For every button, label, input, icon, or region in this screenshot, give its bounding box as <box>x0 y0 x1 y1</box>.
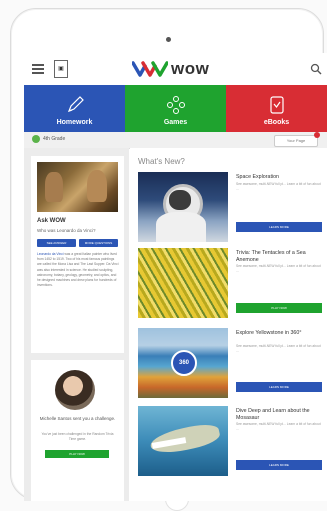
item-subtitle: See awesome, multi-NEW full pl... Learn … <box>236 264 321 273</box>
astronaut-thumbnail <box>138 172 228 242</box>
ebook-icon <box>269 96 284 114</box>
list-item[interactable]: Trivia: The Tentacles of a Sea Anemone S… <box>138 248 327 323</box>
answer-link[interactable]: Leonardo da Vinci <box>37 252 64 256</box>
more-questions-button[interactable]: MORE QUESTIONS <box>79 239 118 247</box>
main-nav: Homework Games eBooks <box>24 85 327 132</box>
whats-new-panel: What's New? Space Exploration See awesom… <box>130 148 327 501</box>
play-now-button[interactable]: PLAY NOW <box>236 303 322 313</box>
grade-label: 4th Grade <box>43 136 66 142</box>
camera-dot <box>166 37 171 42</box>
ask-wow-title: Ask WOW <box>37 218 66 224</box>
nav-tile-ebooks[interactable]: eBooks <box>226 85 327 132</box>
pencil-icon <box>67 96 84 113</box>
learn-more-button[interactable]: LEARN MORE <box>236 382 322 392</box>
learn-more-button[interactable]: LEARN MORE <box>236 222 322 232</box>
nav-tile-label: Homework <box>56 119 93 126</box>
ask-wow-answer: Leonardo da Vinci was a great Italian pa… <box>37 252 119 288</box>
notification-badge <box>314 132 320 138</box>
list-item[interactable]: Space Exploration See awesome, multi-NEW… <box>138 172 327 247</box>
list-item[interactable]: 360 Explore Yellowstone in 360° See awes… <box>138 328 327 403</box>
your-page-button[interactable]: Your Page <box>274 135 318 147</box>
ask-wow-card: Ask WOW Who was Leonardo da Vinci? SEE A… <box>31 156 124 353</box>
avatar <box>55 370 95 410</box>
wow-logo-icon <box>132 61 168 77</box>
answer-text: was a great Italian painter who lived fr… <box>37 252 119 288</box>
sub-bar: 4th Grade Your Page <box>24 132 327 149</box>
games-icon <box>166 96 185 114</box>
brand-name: wow <box>171 59 210 78</box>
item-title: Trivia: The Tentacles of a Sea Anemone <box>236 250 306 263</box>
learn-more-button[interactable]: LEARN MORE <box>236 460 322 470</box>
app-header: ▣ wow <box>24 53 327 85</box>
list-item[interactable]: Dive Deep and Learn about the Mosasaur S… <box>138 406 327 481</box>
grade-icon <box>32 135 40 143</box>
360-icon: 360 <box>171 350 197 376</box>
ask-wow-question: Who was Leonardo da Vinci? <box>37 228 96 233</box>
menu-icon[interactable] <box>32 64 44 74</box>
item-title: Dive Deep and Learn about the Mosasaur <box>236 408 310 421</box>
nav-tile-label: Games <box>163 119 188 126</box>
left-column: Ask WOW Who was Leonardo da Vinci? SEE A… <box>24 148 129 501</box>
nav-tile-label: eBooks <box>263 119 290 126</box>
see-answer-button[interactable]: SEE ANSWER <box>37 239 76 247</box>
item-subtitle: See awesome, multi-NEW full pl... Learn … <box>236 182 321 191</box>
challenge-title: Michelle Santos sent you a challenge. <box>39 416 116 421</box>
search-icon[interactable] <box>310 63 322 75</box>
yellowstone-thumbnail: 360 <box>138 328 228 398</box>
school-logo-icon[interactable]: ▣ <box>54 60 68 78</box>
play-now-button[interactable]: PLAY NOW <box>45 450 109 458</box>
challenge-card: Michelle Santos sent you a challenge. Yo… <box>31 360 124 501</box>
grade-selector[interactable]: 4th Grade <box>32 135 65 143</box>
item-subtitle: See awesome, multi-NEW full pl... Learn … <box>236 422 321 431</box>
nav-tile-homework[interactable]: Homework <box>24 85 125 132</box>
nav-tile-games[interactable]: Games <box>125 85 226 132</box>
anemone-thumbnail <box>138 248 228 318</box>
whats-new-title: What's New? <box>138 157 185 166</box>
ask-wow-image <box>37 162 118 212</box>
wow-logo[interactable]: wow <box>132 59 209 79</box>
challenge-subtitle: You've just been challenged in the Rando… <box>41 432 114 441</box>
mosasaur-thumbnail <box>138 406 228 476</box>
app-screen: ▣ wow Homework Games eBooks 4th Grade Yo… <box>24 53 327 501</box>
item-title: Explore Yellowstone in 360° <box>236 330 302 336</box>
item-title: Space Exploration <box>236 174 279 180</box>
item-subtitle: See awesome, multi-NEW full pl... Learn … <box>236 344 321 353</box>
